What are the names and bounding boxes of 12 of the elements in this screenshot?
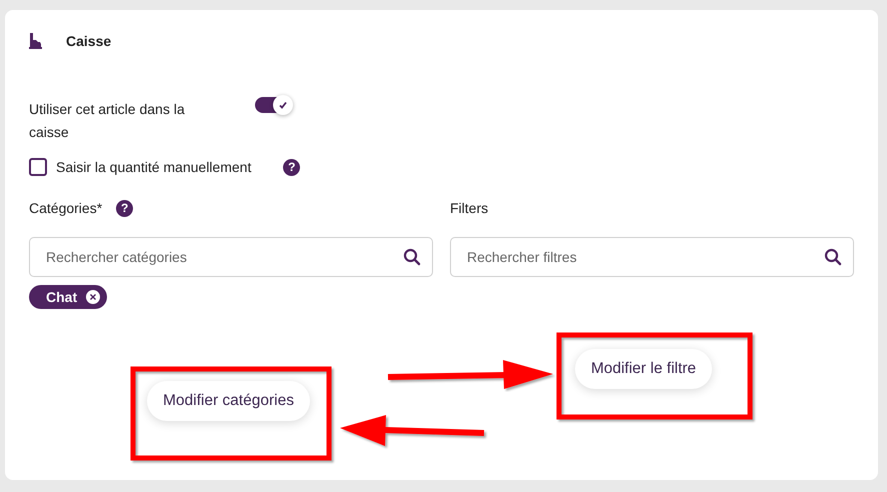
- field-label: Catégories*: [29, 200, 102, 216]
- modify-button[interactable]: Modifier catégories: [147, 381, 310, 421]
- field-label: Filters: [450, 200, 488, 216]
- search-field[interactable]: Rechercher filtres: [450, 237, 854, 277]
- modify-button[interactable]: Modifier le filtre: [574, 349, 712, 389]
- checkbox-label: Saisir la quantité manuellement: [56, 159, 252, 175]
- category-chip[interactable]: Chat: [29, 285, 108, 309]
- help-icon[interactable]: ?: [116, 200, 134, 216]
- search-field[interactable]: Rechercher catégories: [29, 237, 433, 277]
- help-icon[interactable]: ?: [283, 158, 300, 176]
- section-title: Caisse: [66, 33, 112, 49]
- toggle-label: Utiliser cet article dans la caisse: [29, 100, 186, 142]
